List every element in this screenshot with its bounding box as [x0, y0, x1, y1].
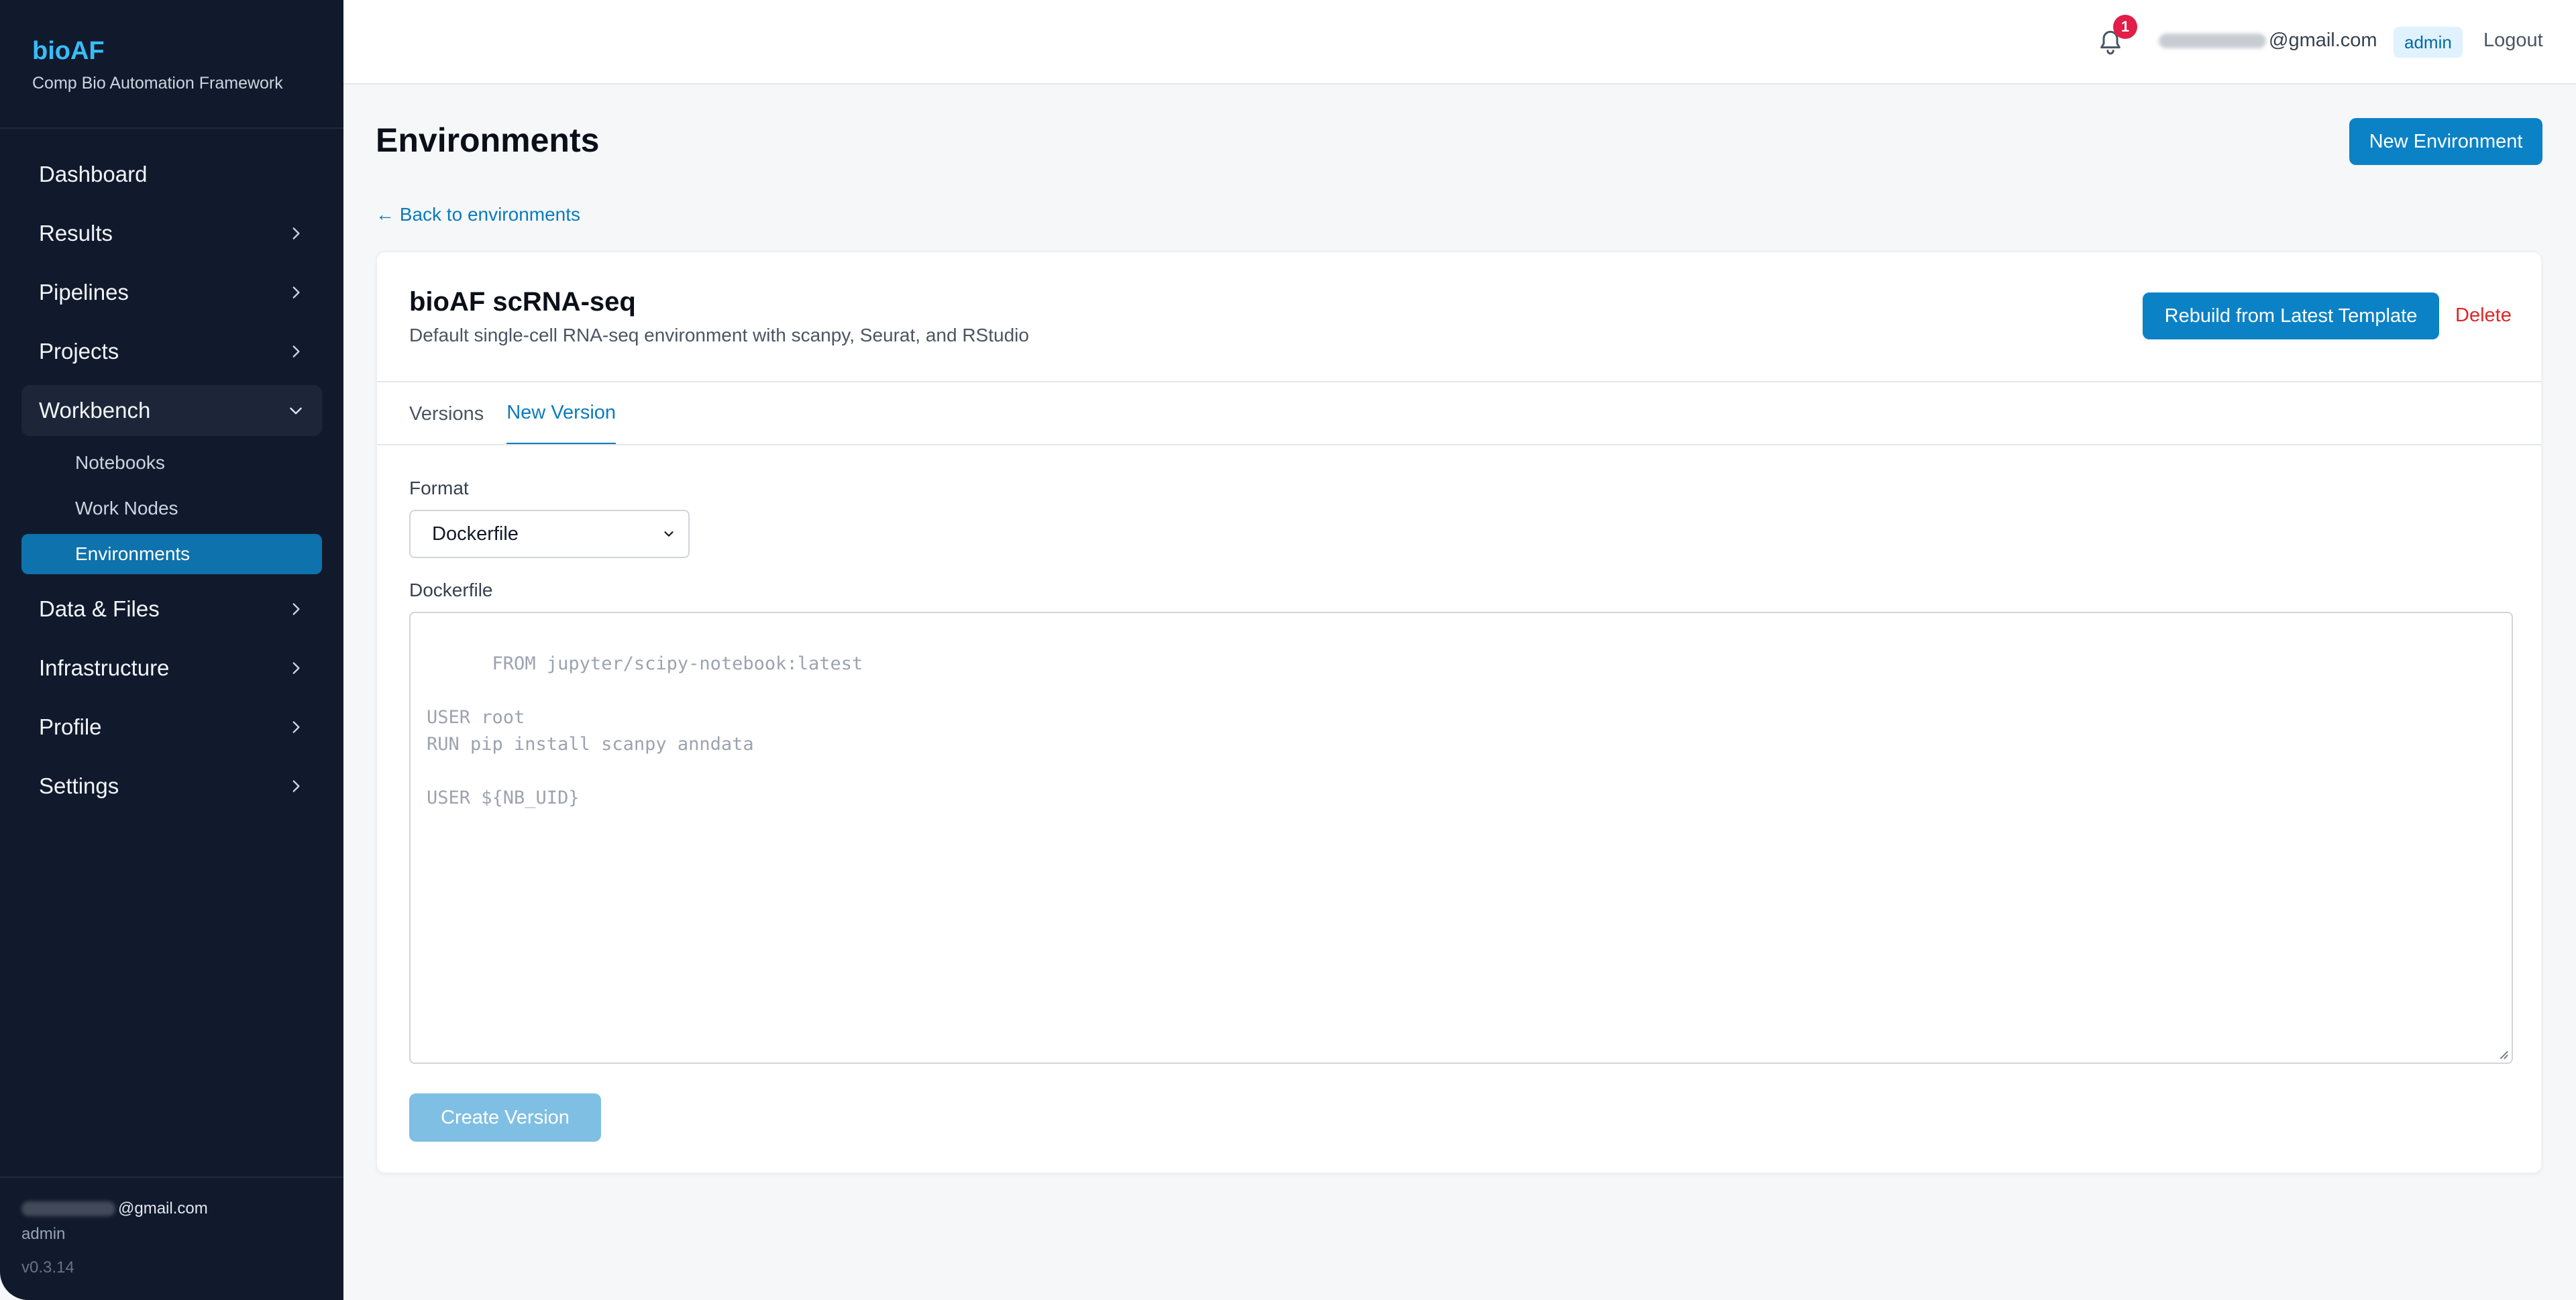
- chevron-down-icon: [287, 402, 305, 419]
- sidebar-item-label: Infrastructure: [39, 655, 170, 680]
- user-role: admin: [21, 1225, 66, 1243]
- user-email: @gmail.com: [2159, 30, 2377, 52]
- sidebar-item-label: Profile: [39, 714, 102, 739]
- resize-handle-icon[interactable]: [2497, 1048, 2509, 1060]
- user-email-domain: @gmail.com: [118, 1199, 208, 1217]
- sidebar-item-label: Settings: [39, 773, 119, 798]
- sidebar-item-infrastructure[interactable]: Infrastructure: [21, 643, 322, 694]
- user-email-domain: @gmail.com: [2269, 30, 2377, 51]
- tab-versions[interactable]: Versions: [409, 382, 484, 445]
- chevron-right-icon: [287, 777, 305, 795]
- divider: [377, 381, 2541, 382]
- sidebar-nav: Dashboard Results Pipelines Projects Wor…: [21, 149, 322, 820]
- format-label: Format: [409, 478, 469, 498]
- chevron-right-icon: [287, 343, 305, 360]
- chevron-right-icon: [287, 284, 305, 301]
- sidebar-item-notebooks[interactable]: Notebooks: [21, 443, 322, 483]
- sidebar-item-label: Workbench: [39, 398, 151, 423]
- sidebar-item-label: Projects: [39, 339, 119, 364]
- sidebar-item-work-nodes[interactable]: Work Nodes: [21, 488, 322, 529]
- app-subtitle: Comp Bio Automation Framework: [32, 74, 283, 93]
- sidebar-item-label: Pipelines: [39, 280, 129, 305]
- tab-bar: Versions New Version: [409, 382, 639, 445]
- tab-new-version[interactable]: New Version: [506, 382, 616, 445]
- dockerfile-label: Dockerfile: [409, 580, 493, 600]
- environment-name: bioAF scRNA-seq: [409, 287, 636, 317]
- divider: [377, 444, 2541, 445]
- back-link[interactable]: ← Back to environments: [376, 204, 580, 225]
- sidebar: bioAF Comp Bio Automation Framework Dash…: [0, 0, 343, 1300]
- format-select[interactable]: Dockerfile: [409, 510, 690, 558]
- chevron-right-icon: [287, 718, 305, 736]
- create-version-button[interactable]: Create Version: [409, 1093, 601, 1142]
- rebuild-button[interactable]: Rebuild from Latest Template: [2143, 292, 2439, 339]
- sidebar-item-profile[interactable]: Profile: [21, 702, 322, 753]
- divider: [0, 1177, 343, 1178]
- redacted-email-user: [2159, 33, 2266, 48]
- app-window: bioAF Comp Bio Automation Framework Dash…: [0, 0, 2576, 1300]
- delete-button[interactable]: Delete: [2455, 305, 2512, 327]
- new-environment-button[interactable]: New Environment: [2349, 118, 2542, 165]
- workbench-submenu: Notebooks Work Nodes Environments: [21, 443, 322, 574]
- app-version: v0.3.14: [21, 1258, 74, 1277]
- environment-description: Default single-cell RNA-seq environment …: [409, 325, 1029, 345]
- chevron-down-icon: [664, 531, 674, 537]
- sidebar-item-projects[interactable]: Projects: [21, 326, 322, 377]
- sidebar-item-label: Data & Files: [39, 596, 160, 621]
- sidebar-item-pipelines[interactable]: Pipelines: [21, 267, 322, 318]
- chevron-right-icon: [287, 659, 305, 677]
- sidebar-item-label: Results: [39, 221, 113, 246]
- sidebar-item-label: Dashboard: [39, 162, 148, 186]
- page-title: Environments: [376, 121, 600, 159]
- environment-card: bioAF scRNA-seq Default single-cell RNA-…: [376, 251, 2542, 1174]
- dockerfile-placeholder: FROM jupyter/scipy-notebook:latest USER …: [427, 653, 863, 808]
- user-email: @gmail.com: [21, 1199, 208, 1218]
- sidebar-item-environments[interactable]: Environments: [21, 534, 322, 574]
- chevron-right-icon: [287, 225, 305, 242]
- dockerfile-textarea[interactable]: FROM jupyter/scipy-notebook:latest USER …: [409, 612, 2513, 1064]
- sidebar-item-data-files[interactable]: Data & Files: [21, 584, 322, 635]
- sidebar-item-settings[interactable]: Settings: [21, 761, 322, 812]
- divider: [0, 127, 343, 129]
- redacted-email-user: [21, 1201, 115, 1216]
- logout-button[interactable]: Logout: [2483, 30, 2543, 52]
- app-title[interactable]: bioAF: [32, 35, 283, 67]
- format-select-value: Dockerfile: [432, 523, 519, 545]
- sidebar-item-workbench[interactable]: Workbench: [21, 385, 322, 436]
- sidebar-item-dashboard[interactable]: Dashboard: [21, 149, 322, 200]
- sidebar-user-info: @gmail.com admin v0.3.14: [21, 1199, 208, 1277]
- brand: bioAF Comp Bio Automation Framework: [32, 35, 283, 93]
- sidebar-item-results[interactable]: Results: [21, 208, 322, 259]
- role-badge: admin: [2394, 27, 2463, 58]
- chevron-right-icon: [287, 600, 305, 618]
- notification-badge: 1: [2113, 15, 2137, 39]
